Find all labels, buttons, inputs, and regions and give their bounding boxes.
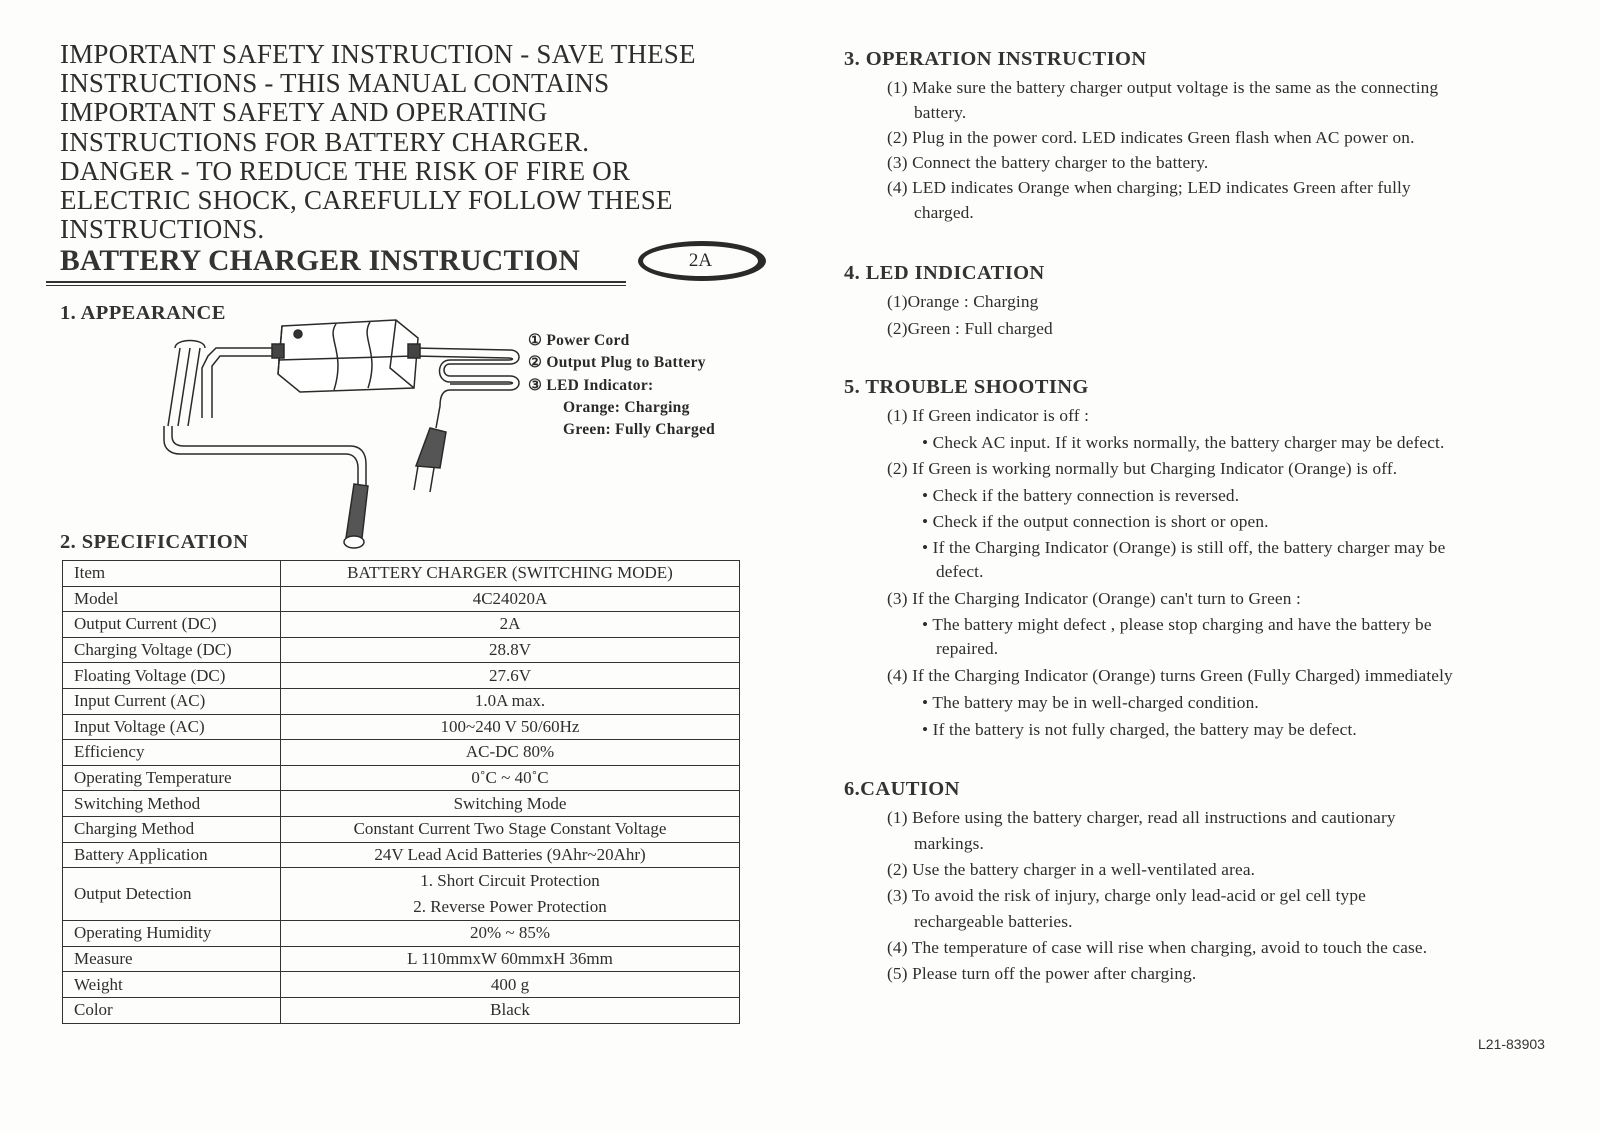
table-row: Charging Method Constant Current Two Stag…: [62, 815, 740, 843]
table-row: Weight 400 g: [62, 971, 740, 998]
power-plug-icon: [414, 427, 447, 469]
list-item: (4) LED indicates Orange when charging; …: [887, 178, 1411, 222]
document-number: L21-83903: [1478, 1036, 1545, 1052]
list-item: (3) Connect the battery charger to the b…: [887, 153, 1209, 172]
bullet-item: • Check if the output connection is shor…: [922, 512, 1269, 532]
list-item: (2) If Green is working normally but Cha…: [887, 459, 1398, 479]
appearance-legend: ① Power Cord ② Output Plug to Battery ③ …: [528, 330, 715, 441]
table-row: Model 4C24020A: [62, 585, 740, 613]
table-row: Battery Application 24V Lead Acid Batteri…: [62, 841, 740, 869]
warning-line: DANGER - TO REDUCE THE RISK OF FIRE OR: [60, 155, 631, 186]
caution-section: 6.CAUTION (1) Before using the battery c…: [844, 778, 1428, 987]
list-item: (3) To avoid the risk of injury, charge …: [887, 886, 1366, 931]
table-row: Measure L 110mmxW 60mmxH 36mm: [62, 945, 740, 973]
battery-charger-diagram-icon: [163, 319, 520, 549]
led-state-orange: Orange: Charging: [563, 398, 690, 416]
warning-line: IMPORTANT SAFETY AND OPERATING: [60, 97, 548, 128]
list-item: (2) Plug in the power cord. LED indicate…: [887, 128, 1415, 147]
bullet-item: • Check if the battery connection is rev…: [922, 485, 1240, 505]
bullet-item: • The battery may be in well-charged con…: [922, 692, 1259, 712]
title-row: BATTERY CHARGER INSTRUCTION 2A: [46, 241, 780, 289]
table-row: Item BATTERY CHARGER (SWITCHING MODE): [62, 560, 740, 587]
warning-line: INSTRUCTIONS.: [60, 214, 265, 245]
bullet-item: • The battery might defect , please stop…: [922, 614, 1432, 659]
led-indicator-icon: [293, 329, 303, 339]
table-row: Input Voltage (AC) 100~240 V 50/60Hz: [62, 713, 740, 741]
operation-heading: 3. OPERATION INSTRUCTION: [844, 48, 1147, 70]
legend-item-output-plug: ② Output Plug to Battery: [528, 354, 706, 372]
troubleshooting-section: 5. TROUBLE SHOOTING (1) If Green indicat…: [844, 376, 1453, 743]
title-underline: [46, 281, 626, 286]
table-row: Efficiency AC-DC 80%: [62, 739, 740, 766]
bullet-item: • Check AC input. If it works normally, …: [922, 432, 1445, 452]
output-plug-icon: [345, 483, 369, 539]
page-title: BATTERY CHARGER INSTRUCTION: [60, 245, 581, 277]
table-row: Input Current (AC) 1.0A max.: [62, 687, 740, 715]
list-item: (4) If the Charging Indicator (Orange) t…: [887, 665, 1453, 685]
table-row: Floating Voltage (DC) 27.6V: [62, 662, 740, 689]
table-row: Switching Method Switching Mode: [62, 790, 740, 817]
list-item: (2) Use the battery charger in a well-ve…: [887, 860, 1256, 879]
list-item: (3) If the Charging Indicator (Orange) c…: [887, 588, 1301, 608]
table-row: Operating Humidity 20% ~ 85%: [62, 920, 740, 947]
charger-body: [277, 319, 419, 393]
warning-line: ELECTRIC SHOCK, CAREFULLY FOLLOW THESE: [60, 185, 673, 216]
warning-line: INSTRUCTIONS - THIS MANUAL CONTAINS: [60, 68, 610, 99]
specification-heading: 2. SPECIFICATION: [60, 531, 249, 553]
table-row: Output Current (DC) 2A: [62, 611, 740, 638]
specification-table: Item BATTERY CHARGER (SWITCHING MODE) Mod…: [62, 560, 740, 1024]
current-rating-badge: 2A: [638, 241, 766, 281]
led-heading: 4. LED INDICATION: [844, 262, 1045, 284]
list-item: (4) The temperature of case will rise wh…: [887, 938, 1428, 957]
operation-section: 3. OPERATION INSTRUCTION (1) Make sure t…: [844, 48, 1439, 225]
legend-item-led-indicator: ③ LED Indicator:: [528, 376, 654, 394]
caution-heading: 6.CAUTION: [844, 778, 960, 800]
safety-warning: IMPORTANT SAFETY INSTRUCTION - SAVE THES…: [60, 39, 760, 245]
bullet-item: • If the battery is not fully charged, t…: [922, 719, 1357, 739]
list-item: (1) Make sure the battery charger output…: [887, 78, 1439, 122]
list-item: (5) Please turn off the power after char…: [887, 964, 1197, 983]
table-row: Color Black: [62, 996, 740, 1024]
bullet-item: • If the Charging Indicator (Orange) is …: [922, 537, 1446, 582]
left-page: IMPORTANT SAFETY INSTRUCTION - SAVE THES…: [46, 39, 766, 1024]
list-item: (1) Before using the battery charger, re…: [887, 808, 1396, 853]
warning-line: IMPORTANT SAFETY INSTRUCTION - SAVE THES…: [60, 39, 696, 69]
list-item: (1) If Green indicator is off :: [887, 406, 1090, 425]
table-row: Operating Temperature 0˚C ~ 40˚C: [62, 764, 740, 792]
power-cord: [407, 343, 520, 493]
troubleshooting-heading: 5. TROUBLE SHOOTING: [844, 376, 1089, 398]
warning-line: INSTRUCTIONS FOR BATTERY CHARGER.: [60, 126, 590, 157]
list-item: (1)Orange : Charging: [887, 292, 1039, 311]
table-row: Charging Voltage (DC) 28.8V: [62, 636, 740, 664]
table-row: Output Detection 1. Short Circuit Protect…: [62, 867, 740, 922]
list-item: (2)Green : Full charged: [887, 318, 1053, 338]
legend-item-power-cord: ① Power Cord: [528, 332, 630, 349]
led-state-green: Green: Fully Charged: [563, 421, 716, 439]
led-section: 4. LED INDICATION (1)Orange : Charging (…: [844, 262, 1053, 342]
